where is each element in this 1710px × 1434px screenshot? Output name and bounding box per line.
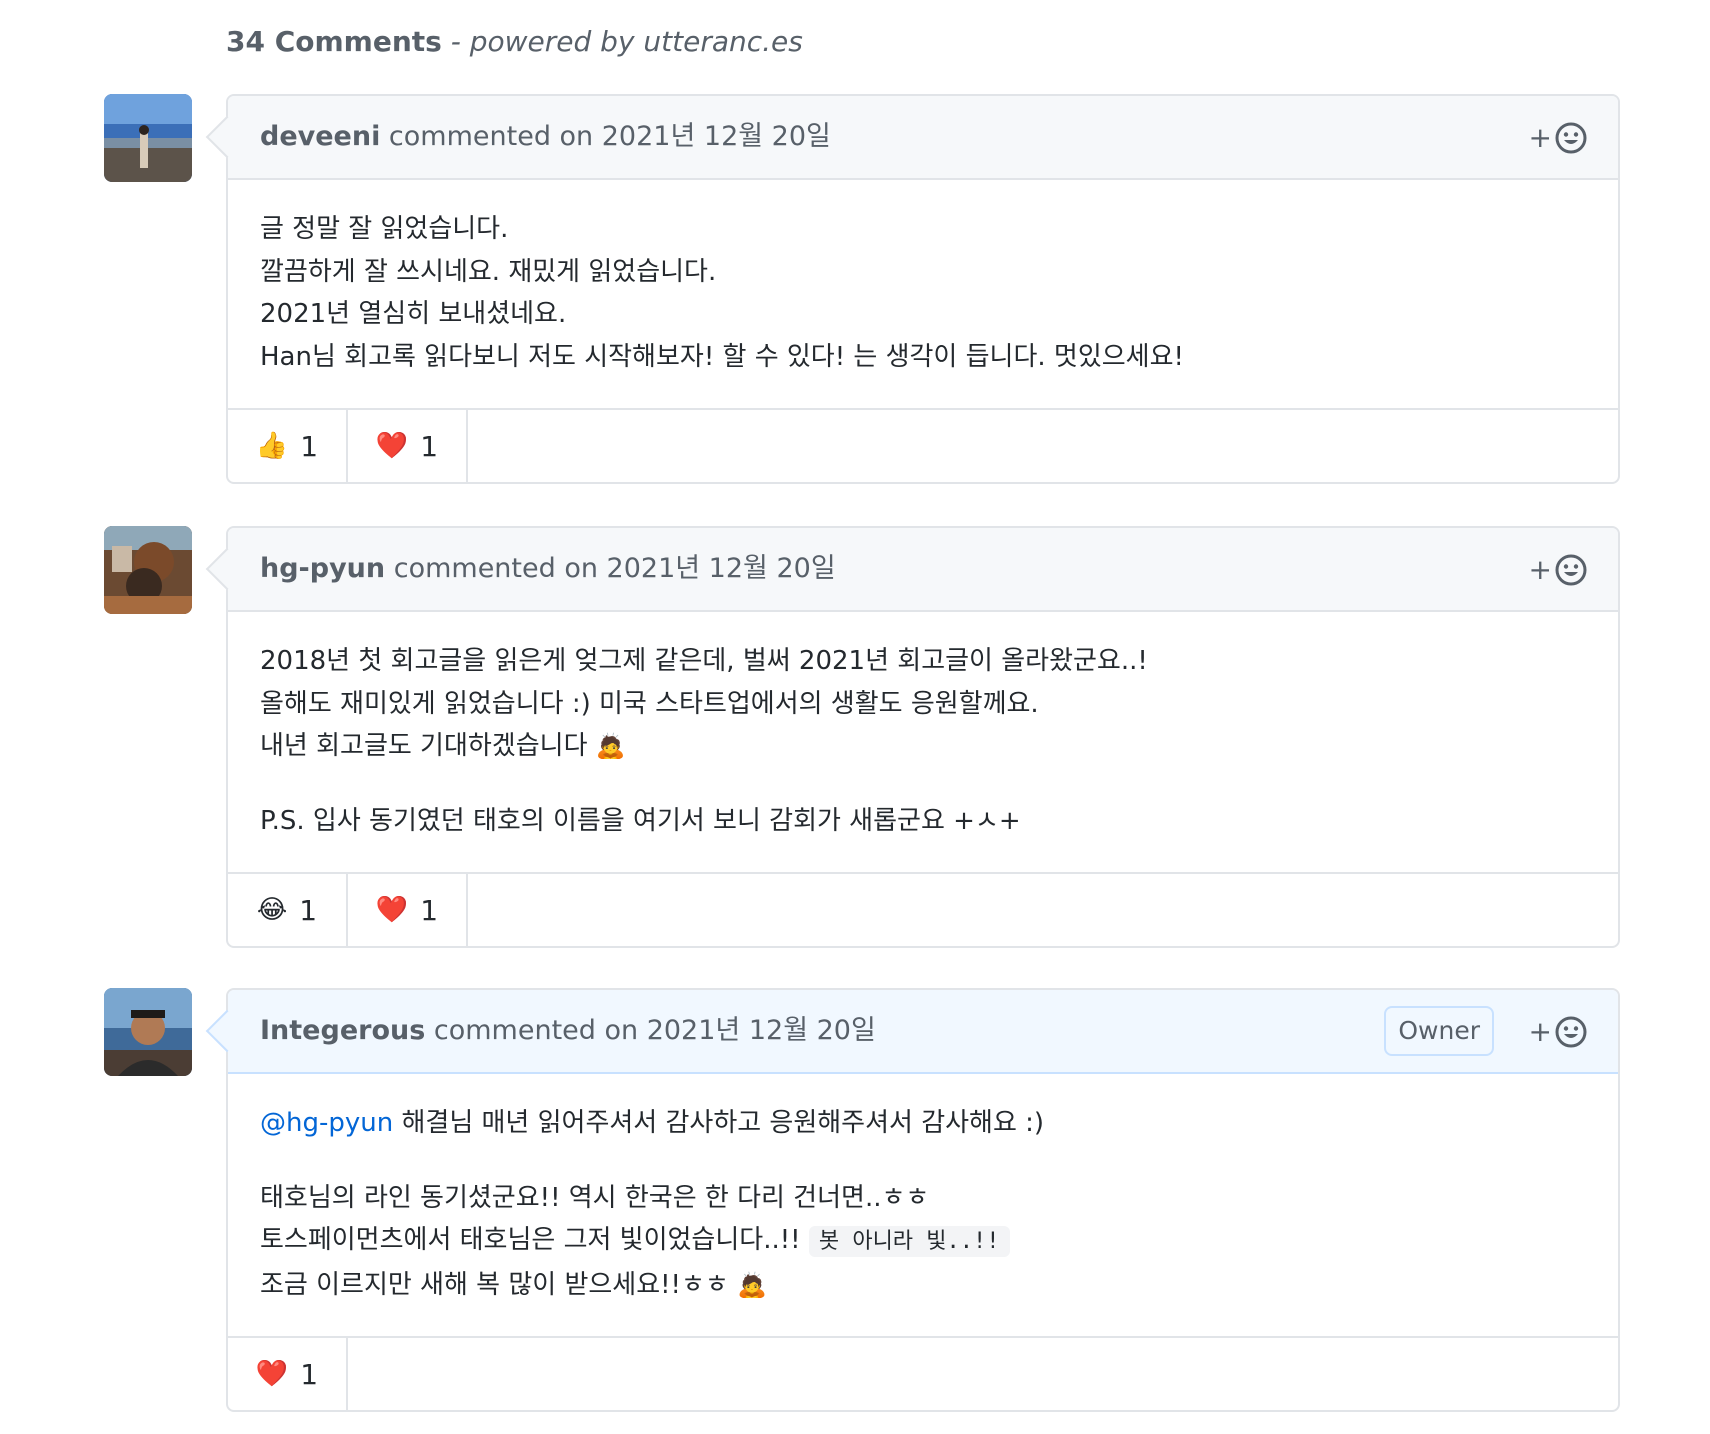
smiley-icon bbox=[1555, 1016, 1587, 1048]
owner-badge: Owner bbox=[1384, 1006, 1494, 1056]
add-reaction-button[interactable]: + bbox=[1529, 1010, 1588, 1054]
comment-header: deveeni commented on 2021년 12월 20일 + bbox=[205, 96, 1618, 180]
reactions-bar: 👍 1 ❤️ 1 bbox=[228, 410, 1618, 482]
comment-author[interactable]: deveeni bbox=[260, 121, 380, 152]
heart-icon: ❤️ bbox=[375, 431, 409, 461]
reaction-heart[interactable]: ❤️ 1 bbox=[228, 1338, 348, 1410]
add-reaction-button[interactable]: + bbox=[1529, 116, 1588, 160]
smiley-icon bbox=[1555, 122, 1587, 154]
comment-body: @hg-pyun 해결님 매년 읽어주셔서 감사하고 응원해주셔서 감사해요 :… bbox=[228, 1074, 1618, 1338]
avatar[interactable] bbox=[104, 988, 192, 1076]
comment-card: deveeni commented on 2021년 12월 20일 + 글 정… bbox=[205, 94, 1620, 484]
comment-header: Integerous commented on 2021년 12월 20일 Ow… bbox=[205, 990, 1618, 1074]
comment-card: hg-pyun commented on 2021년 12월 20일 + 201… bbox=[205, 526, 1620, 948]
comment-author[interactable]: Integerous bbox=[260, 1015, 425, 1046]
smiley-icon bbox=[1555, 554, 1587, 586]
comment-date[interactable]: commented on 2021년 12월 20일 bbox=[425, 1015, 876, 1046]
comment-date[interactable]: commented on 2021년 12월 20일 bbox=[380, 121, 831, 152]
heart-icon: ❤️ bbox=[375, 895, 409, 925]
bow-icon: 🙇 bbox=[737, 1270, 767, 1299]
reaction-heart[interactable]: ❤️ 1 bbox=[348, 410, 468, 482]
heart-icon: ❤️ bbox=[255, 1359, 289, 1389]
inline-code: 봇 아니라 빛..!! bbox=[808, 1226, 1010, 1257]
comment-header: hg-pyun commented on 2021년 12월 20일 + bbox=[205, 528, 1618, 612]
bow-icon: 🙇 bbox=[595, 732, 626, 760]
comment-body: 글 정말 잘 읽었습니다. 깔끔하게 잘 쓰시네요. 재밌게 읽었습니다. 20… bbox=[228, 180, 1618, 410]
user-mention-link[interactable]: @hg-pyun bbox=[260, 1108, 393, 1138]
reactions-bar: 😂 1 ❤️ 1 bbox=[228, 874, 1618, 946]
powered-by-link[interactable]: - powered by utteranc.es bbox=[442, 25, 803, 58]
comment-body: 2018년 첫 회고글을 읽은게 엊그제 같은데, 벌써 2021년 회고글이 … bbox=[228, 612, 1618, 874]
reaction-heart[interactable]: ❤️ 1 bbox=[348, 874, 468, 946]
comments-count-header: 34 Comments - powered by utteranc.es bbox=[226, 20, 803, 64]
thumbs-up-icon: 👍 bbox=[255, 431, 289, 461]
avatar[interactable] bbox=[104, 94, 192, 182]
comment-meta: Integerous commented on 2021년 12월 20일 bbox=[260, 1010, 876, 1052]
comment-author[interactable]: hg-pyun bbox=[260, 553, 385, 584]
comment-card: Integerous commented on 2021년 12월 20일 Ow… bbox=[205, 988, 1620, 1412]
reactions-bar: ❤️ 1 bbox=[228, 1338, 1618, 1410]
comments-widget: 34 Comments - powered by utteranc.es dev… bbox=[0, 0, 1710, 1434]
comment-meta: deveeni commented on 2021년 12월 20일 bbox=[260, 116, 831, 158]
reaction-laugh[interactable]: 😂 1 bbox=[228, 874, 348, 946]
avatar[interactable] bbox=[104, 526, 192, 614]
add-reaction-button[interactable]: + bbox=[1529, 548, 1588, 592]
joy-icon: 😂 bbox=[256, 895, 288, 925]
comment-count: 34 Comments bbox=[226, 25, 442, 58]
comment-date[interactable]: commented on 2021년 12월 20일 bbox=[385, 553, 836, 584]
reaction-thumbs-up[interactable]: 👍 1 bbox=[228, 410, 348, 482]
comment-meta: hg-pyun commented on 2021년 12월 20일 bbox=[260, 548, 836, 590]
